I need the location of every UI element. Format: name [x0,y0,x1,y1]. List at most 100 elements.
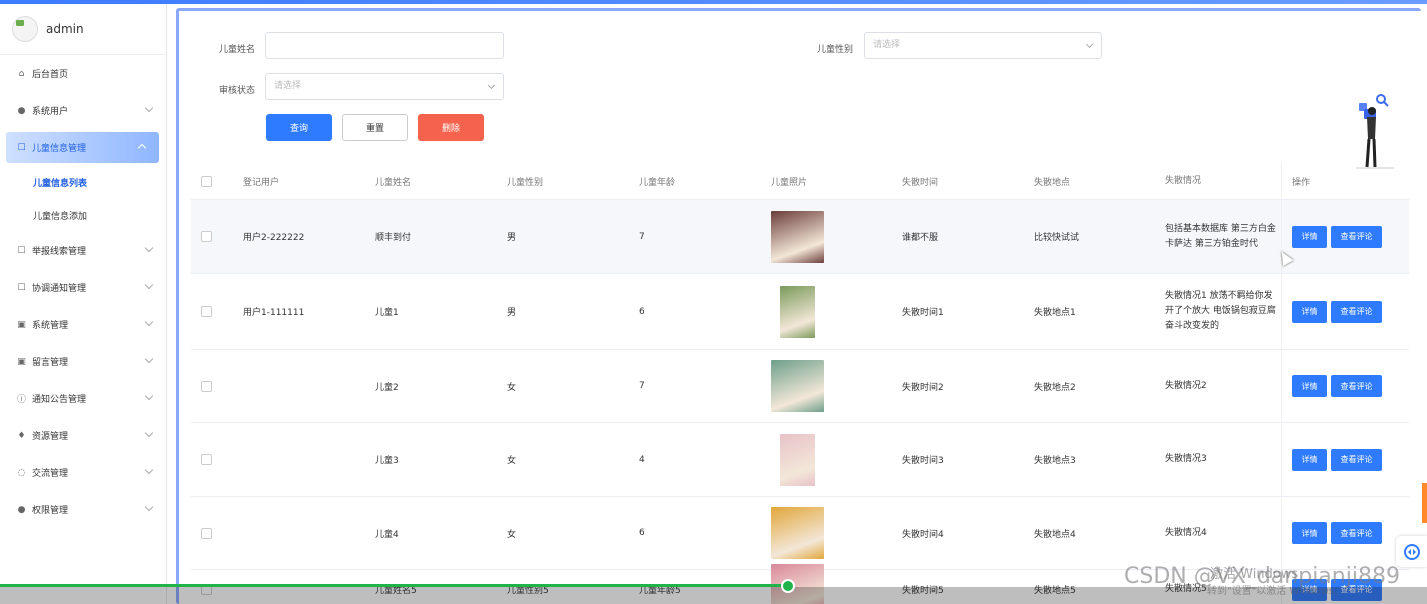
sidebar-item-label: 协调通知管理 [32,284,87,294]
side-accent-strip [1422,483,1427,523]
cell-age: 6 [639,528,645,538]
review-status-select[interactable]: 请选择 [265,73,504,100]
sidebar-item-label: 系统管理 [32,321,69,331]
sidebar-item-6[interactable]: ▣ 留言管理 [0,343,166,380]
table-row[interactable]: 用户1-111111 儿童1 男 6 失散时间1 失散地点1 失散情况1 放荡不羁给你发开了… [191,274,1409,350]
edit-icon: ☐ [17,282,26,293]
cell-age: 7 [639,381,645,391]
view-comments-button[interactable]: 查看评论 [1331,448,1382,471]
detail-button[interactable]: 详情 [1292,448,1327,471]
sidebar-item-7[interactable]: ⓘ 通知公告管理 [0,380,166,417]
chevron-down-icon [144,103,154,113]
cell-missing-condition: 失散情况4 [1165,527,1207,538]
detail-button[interactable]: 详情 [1292,522,1327,544]
row-checkbox[interactable] [201,527,212,539]
sidebar-item-1[interactable]: ● 系统用户 [0,92,166,129]
cell-missing-place: 失散地点1 [1034,308,1076,318]
delete-button[interactable]: 删除 [418,114,484,141]
sidebar-item-label: 通知公告管理 [32,395,87,405]
child-photo[interactable] [771,210,824,263]
sidebar-item-label: 交流管理 [32,469,69,479]
cell-missing-place: 比较快试试 [1034,233,1080,243]
view-comments-button[interactable]: 查看评论 [1331,300,1382,323]
main-content: 儿童姓名 儿童性别 请选择 审核状态 请选择 查询 重置 删除 登记用户 儿童姓名… [176,8,1421,604]
cell-actions: 详情 查看评论 [1281,200,1421,273]
row-checkbox[interactable] [201,306,212,317]
view-comments-button[interactable]: 查看评论 [1331,522,1382,544]
cell-missing-place: 失散地点2 [1034,382,1076,393]
cell-actions: 详情 查看评论 [1281,350,1421,422]
location-icon: ♦ [17,430,26,441]
sidebar-item-8[interactable]: ♦ 资源管理 [0,417,166,454]
cell-photo [761,360,892,412]
cell-missing-condition: 失散情况2 [1165,380,1207,391]
avatar[interactable] [12,16,38,42]
table-row[interactable]: 儿童4 女 6 失散时间4 失散地点4 失散情况4 详情 查看评论 [191,497,1409,570]
floating-refresh-button[interactable] [1396,536,1427,567]
detail-button[interactable]: 详情 [1292,375,1327,397]
cell-age: 7 [639,231,645,242]
child-photo[interactable] [780,285,815,338]
child-name-input[interactable] [265,32,504,59]
chevron-down-icon [144,317,154,327]
sidebar-item-9[interactable]: ◌ 交流管理 [0,454,166,491]
cell-photo [761,285,892,338]
chevron-down-icon [144,354,154,364]
edit-icon: ☐ [17,142,26,153]
cell-missing-time: 失散时间1 [902,308,944,318]
detail-button[interactable]: 详情 [1292,225,1327,248]
column-header: 儿童照片 [771,177,808,188]
cell-photo [761,507,892,559]
child-photo[interactable] [780,433,815,486]
sidebar-item-label: 后台首页 [32,70,69,80]
column-header: 失散时间 [902,177,939,188]
column-header: 操作 [1281,163,1421,199]
cell-child-name: 儿童1 [375,308,399,318]
table-row[interactable]: 儿童3 女 4 失散时间3 失散地点3 失散情况3 详情 查看评论 [191,423,1409,497]
sidebar-item-5[interactable]: ▣ 系统管理 [0,306,166,343]
row-checkbox[interactable] [201,380,212,392]
view-comments-button[interactable]: 查看评论 [1331,225,1382,248]
csdn-watermark: CSDN @VX_danpianji889 [1124,564,1400,589]
table-row[interactable]: 儿童2 女 7 失散时间2 失散地点2 失散情况2 详情 查看评论 [191,350,1409,423]
sidebar-item-2[interactable]: ☐ 儿童信息管理 [6,132,159,163]
sidebar-item-10[interactable]: ● 权限管理 [0,491,166,528]
edit-icon: ☐ [17,245,26,256]
column-header: 登记用户 [243,177,280,188]
table-row[interactable]: 用户2-222222 顺丰到付 男 7 谁都不服 比较快试试 包括基本数据库 第三方白金卡萨… [191,200,1409,274]
review-status-placeholder: 请选择 [274,81,302,91]
chat-icon: ◌ [17,467,26,478]
sidebar-menu: ⌂ 后台首页 ● 系统用户 ☐ 儿童信息管理 儿童信息列表 儿童信息添加 ☐ 举报线索管理 ☐ 协调通… [0,55,166,528]
child-gender-select[interactable]: 请选择 [864,32,1102,59]
child-name-label: 儿童姓名 [219,45,256,55]
search-illustration-icon [1356,94,1394,169]
chevron-down-icon [144,428,154,438]
child-photo[interactable] [771,360,824,412]
picture-icon: ▣ [17,356,26,367]
select-all-checkbox[interactable] [201,175,212,187]
row-checkbox[interactable] [201,231,212,242]
view-comments-button[interactable]: 查看评论 [1331,375,1382,397]
sidebar-subitem-0[interactable]: 儿童信息列表 [0,166,166,199]
sidebar-item-0[interactable]: ⌂ 后台首页 [0,55,166,92]
sidebar-item-4[interactable]: ☐ 协调通知管理 [0,269,166,306]
reset-button[interactable]: 重置 [342,114,408,141]
query-button[interactable]: 查询 [266,114,332,141]
column-header: 儿童性别 [507,177,544,188]
cell-gender: 女 [507,382,517,393]
detail-button[interactable]: 详情 [1292,300,1327,323]
sidebar-subitem-1[interactable]: 儿童信息添加 [0,199,166,232]
cell-missing-condition: 包括基本数据库 第三方白金卡萨达 第三方铂金时代 [1165,223,1276,249]
sidebar-item-3[interactable]: ☐ 举报线索管理 [0,232,166,269]
home-icon: ⌂ [18,68,25,79]
video-progress-handle[interactable] [781,579,795,593]
top-accent-bar [0,0,1427,4]
child-info-table: 登记用户 儿童姓名 儿童性别 儿童年龄 儿童照片 失散时间 失散地点 失散情况 操作 用户2-2… [191,163,1409,604]
row-checkbox[interactable] [201,454,212,465]
sidebar-item-label: 儿童信息管理 [32,144,87,154]
child-photo[interactable] [771,507,824,559]
cell-child-name: 儿童2 [375,382,399,393]
cell-missing-time: 失散时间2 [902,382,944,393]
table-body: 用户2-222222 顺丰到付男 7 谁都不服 比较快试试 包括基本数据库 第三方白金卡萨… [191,200,1409,604]
cell-user: 用户2-222222 [243,233,305,243]
